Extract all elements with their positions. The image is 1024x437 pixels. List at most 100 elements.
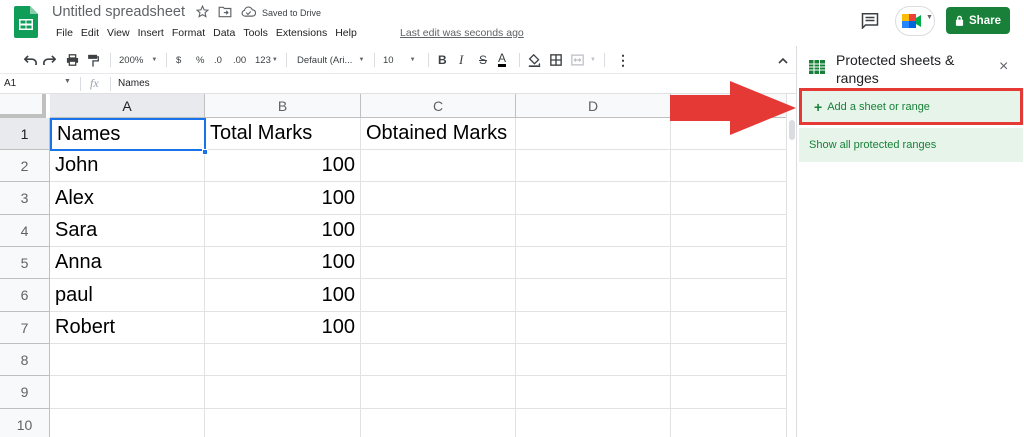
menu-data[interactable]: Data [209,27,239,39]
cell-c6[interactable] [361,279,516,312]
comment-history-icon[interactable] [861,12,879,29]
column-header-d[interactable]: D [516,94,671,118]
cell-c10[interactable] [361,409,516,437]
menu-tools[interactable]: Tools [239,27,272,39]
cell-b8[interactable] [205,344,361,376]
cell-b3[interactable]: 100 [205,182,361,215]
italic-button[interactable]: I [459,46,463,74]
cell-d9[interactable] [516,376,671,409]
cell-c8[interactable] [361,344,516,376]
cell-c4[interactable] [361,215,516,247]
row-header[interactable]: 5 [0,247,50,279]
cell-a8[interactable] [50,344,205,376]
cell-a5[interactable]: Anna [50,247,205,279]
row-header[interactable]: 4 [0,215,50,247]
zoom-select[interactable]: 200% ▼ [119,46,157,74]
row-header[interactable]: 1 [0,118,50,150]
cell-d2[interactable] [516,150,671,182]
cell-b4[interactable]: 100 [205,215,361,247]
cell-d7[interactable] [516,312,671,344]
print-icon[interactable] [66,46,79,74]
collapse-toolbar-icon[interactable] [778,46,788,74]
cell-b5[interactable]: 100 [205,247,361,279]
meet-button[interactable]: ▼ [895,6,935,36]
column-header-c[interactable]: C [361,94,516,118]
chevron-down-icon[interactable]: ▼ [64,78,71,85]
row-header[interactable]: 7 [0,312,50,344]
row-header[interactable]: 2 [0,150,50,182]
menu-view[interactable]: View [103,27,134,39]
name-box[interactable]: A1 [4,78,16,89]
cell-a10[interactable] [50,409,205,437]
cell-d10[interactable] [516,409,671,437]
cell-d8[interactable] [516,344,671,376]
cell-b1[interactable]: Total Marks [205,118,361,150]
row-header[interactable]: 6 [0,279,50,312]
cell-e10[interactable] [671,409,786,437]
cell-a2[interactable]: John [50,150,205,182]
row-header[interactable]: 8 [0,344,50,376]
bold-button[interactable]: B [438,46,447,74]
cell-e9[interactable] [671,376,786,409]
cell-a4[interactable]: Sara [50,215,205,247]
formula-input[interactable]: Names [118,78,150,89]
menu-format[interactable]: Format [168,27,209,39]
cell-e7[interactable] [671,312,786,344]
cell-c9[interactable] [361,376,516,409]
move-folder-icon[interactable] [218,6,232,18]
cell-b6[interactable]: 100 [205,279,361,312]
cell-e2[interactable] [671,150,786,182]
last-edit-link[interactable]: Last edit was seconds ago [400,27,524,39]
more-formats-button[interactable]: 123 ▼ [255,46,278,74]
menu-edit[interactable]: Edit [77,27,103,39]
font-size-select[interactable]: 10 ▼ [383,46,416,74]
text-color-button[interactable]: A [498,46,507,74]
redo-icon[interactable] [43,46,56,74]
cell-b9[interactable] [205,376,361,409]
cell-a3[interactable]: Alex [50,182,205,215]
cell-a1[interactable]: Names [50,118,206,151]
cell-e5[interactable] [671,247,786,279]
close-icon[interactable]: × [999,58,1008,76]
row-header[interactable]: 10 [0,409,50,437]
cell-a6[interactable]: paul [50,279,205,312]
strikethrough-button[interactable]: S [479,46,487,74]
menu-insert[interactable]: Insert [134,27,168,39]
menu-help[interactable]: Help [331,27,361,39]
cell-d5[interactable] [516,247,671,279]
cloud-saved-icon[interactable] [241,6,256,17]
cell-a9[interactable] [50,376,205,409]
add-sheet-or-range-button[interactable]: + Add a sheet or range [799,88,1023,125]
undo-icon[interactable] [24,46,37,74]
increase-decimal-button[interactable]: .00 [233,46,246,74]
cell-e3[interactable] [671,182,786,215]
percent-format-button[interactable]: % [196,46,204,74]
cell-d4[interactable] [516,215,671,247]
font-select[interactable]: Default (Ari... ▼ [297,46,364,74]
cell-c5[interactable] [361,247,516,279]
cell-d3[interactable] [516,182,671,215]
cell-d6[interactable] [516,279,671,312]
vertical-scrollbar[interactable] [786,94,796,437]
sheets-logo-icon[interactable] [14,6,38,38]
cell-c1[interactable]: Obtained Marks [361,118,516,150]
cell-c2[interactable] [361,150,516,182]
cell-e4[interactable] [671,215,786,247]
column-header-b[interactable]: B [205,94,361,118]
cell-c3[interactable] [361,182,516,215]
cell-e8[interactable] [671,344,786,376]
document-title[interactable]: Untitled spreadsheet [52,4,185,20]
cell-a7[interactable]: Robert [50,312,205,344]
currency-format-button[interactable]: $ [176,46,181,74]
paint-format-icon[interactable] [87,46,99,74]
row-header[interactable]: 9 [0,376,50,409]
share-button[interactable]: Share [946,7,1010,34]
merge-cells-icon[interactable]: ▼ [571,46,596,74]
cell-c7[interactable] [361,312,516,344]
cell-b2[interactable]: 100 [205,150,361,182]
cell-b10[interactable] [205,409,361,437]
star-icon[interactable] [196,5,209,18]
column-header-a[interactable]: A [50,94,205,118]
decrease-decimal-button[interactable]: .0 [214,46,222,74]
fill-handle[interactable] [202,149,208,155]
